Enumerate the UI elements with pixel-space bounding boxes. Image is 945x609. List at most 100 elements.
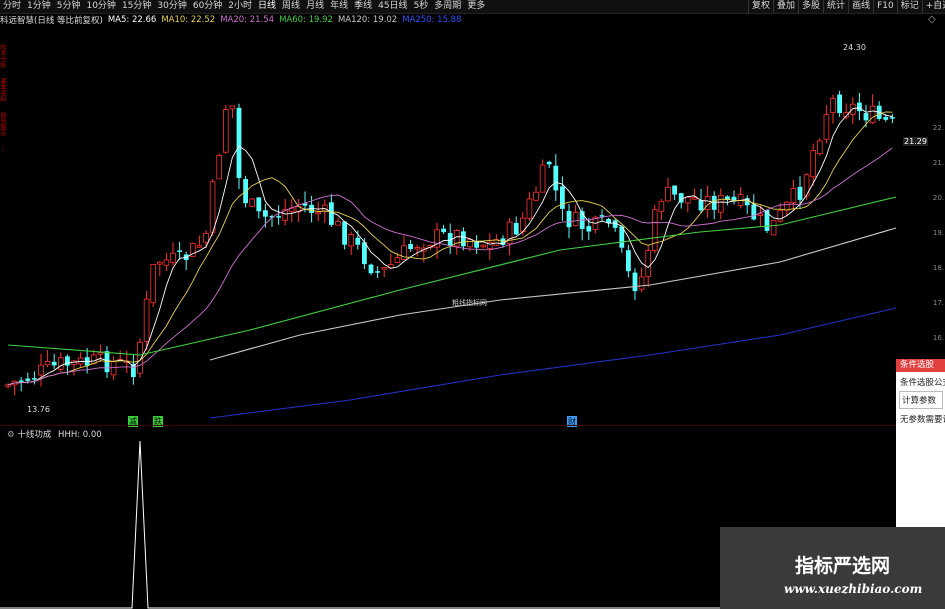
toolbar-button[interactable]: F10 [873, 0, 897, 13]
ma-value: MA10: 22.52 [161, 15, 216, 25]
candle [553, 154, 559, 201]
period-tab[interactable]: 月线 [303, 0, 327, 13]
period-tab[interactable]: 季线 [351, 0, 375, 13]
candle [77, 352, 84, 367]
candle [652, 204, 658, 254]
gear-icon[interactable]: ⚙ [7, 430, 17, 440]
toolbar-button[interactable]: 多股 [798, 0, 823, 13]
candle [777, 203, 783, 223]
candle [790, 179, 797, 212]
sub-chart-title: 十线功成 [17, 430, 52, 440]
high-price-label: 24.30 [843, 43, 866, 52]
ma-value: MA5: 22.66 [107, 15, 157, 25]
candle [32, 371, 37, 385]
candle [368, 263, 374, 276]
period-tab[interactable]: 更多 [464, 0, 488, 13]
candle [843, 103, 849, 120]
period-tab[interactable]: 30分钟 [154, 0, 189, 13]
candle [203, 230, 209, 249]
candle [830, 94, 836, 124]
candle [612, 218, 618, 232]
toolbar-button[interactable]: 复权 [748, 0, 773, 13]
candle [381, 266, 387, 277]
ma-value: MA20: 21.54 [220, 15, 275, 25]
candle [672, 185, 677, 200]
candle [817, 138, 823, 156]
candle [229, 105, 236, 119]
period-tab[interactable]: 5分钟 [54, 0, 84, 13]
candle [131, 354, 136, 385]
candle [685, 196, 691, 213]
candle [566, 204, 572, 239]
candle [876, 101, 882, 121]
candle [196, 235, 203, 248]
candle [256, 197, 262, 219]
toolbar-button[interactable]: 画线 [848, 0, 873, 13]
candle [453, 228, 460, 255]
candle [461, 227, 466, 251]
candle [441, 224, 446, 235]
candle [375, 266, 380, 278]
center-label: 粗线指标网 [452, 299, 487, 307]
candle [362, 238, 367, 270]
toolbar-button[interactable]: 叠加 [773, 0, 798, 13]
candle [823, 105, 830, 144]
period-tab[interactable]: 1分钟 [24, 0, 54, 13]
candle [890, 113, 895, 124]
watermark-title: 指标严选网 [795, 555, 891, 577]
candle [751, 194, 757, 221]
period-tab[interactable]: 15分钟 [119, 0, 154, 13]
candle [414, 244, 420, 257]
candle [51, 353, 57, 369]
candle [44, 349, 51, 368]
candle [770, 220, 777, 236]
chart-divider [0, 425, 900, 426]
price-tick: 17. [932, 299, 944, 307]
candle [276, 205, 281, 225]
candle [658, 198, 665, 221]
candle [222, 104, 229, 154]
candle [408, 239, 413, 252]
candle [539, 159, 546, 193]
ma250-line [209, 307, 897, 419]
ma-value: MA60: 19.92 [279, 15, 333, 25]
period-tab[interactable]: 多周期 [431, 0, 464, 13]
watermark-url: www.xuezhibiao.com [784, 582, 923, 596]
candle [110, 356, 117, 381]
condition-panel[interactable]: 条件选股 条件选股公式 计算参数 无参数需要设置 [896, 359, 945, 529]
panel-param-box: 计算参数 [899, 391, 943, 409]
candle [665, 178, 671, 202]
period-tab[interactable]: 周线 [279, 0, 303, 13]
candlestick-chart [5, 90, 897, 419]
period-tab[interactable]: 日线 [255, 0, 279, 13]
period-tab[interactable]: 分时 [0, 0, 24, 13]
candle [177, 241, 182, 260]
candle [420, 243, 427, 263]
panel-no-param: 无参数需要设置 [900, 415, 945, 425]
ma120-line [209, 227, 897, 361]
candle [486, 233, 493, 260]
candle [731, 190, 737, 205]
ma-info-bar: 科远智慧(日线 等比前复权) MA5: 22.66 MA10: 22.52 MA20… [0, 14, 467, 26]
candle [632, 268, 638, 300]
candle [117, 350, 124, 362]
candle [249, 198, 256, 208]
price-tick: 20. [932, 194, 944, 202]
toolbar-button[interactable]: 标记 [896, 0, 922, 13]
candle [183, 251, 189, 271]
period-tab[interactable]: 60分钟 [190, 0, 225, 13]
price-tick: 19. [932, 229, 944, 237]
stock-title: 科远智慧(日线 等比前复权) [0, 16, 103, 26]
price-tick: 21. [932, 159, 944, 167]
period-tab[interactable]: 45日线 [375, 0, 410, 13]
period-tab[interactable]: 5秒 [411, 0, 432, 13]
period-tab[interactable]: 2小时 [225, 0, 255, 13]
candle [678, 192, 684, 209]
period-tab[interactable]: 年线 [327, 0, 351, 13]
period-tab[interactable]: 10分钟 [83, 0, 118, 13]
toolbar-button[interactable]: 统计 [823, 0, 848, 13]
candle [691, 188, 698, 200]
toolbar-button[interactable]: +自选 [921, 0, 945, 13]
panel-formula[interactable]: 条件选股公式 [896, 372, 945, 388]
candle [797, 176, 803, 208]
